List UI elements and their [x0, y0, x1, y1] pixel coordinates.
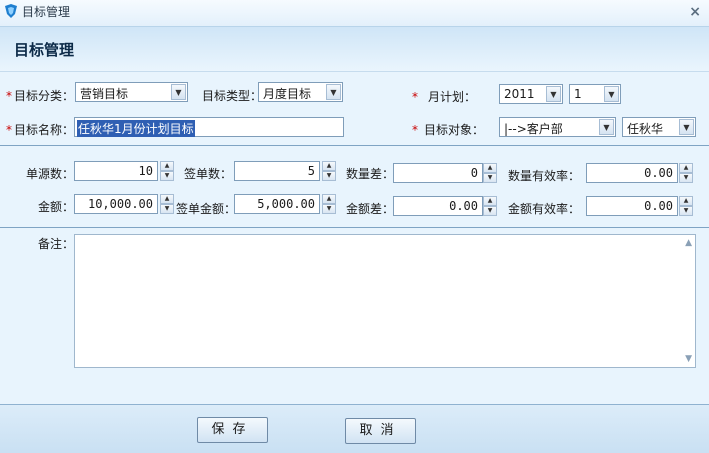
spin-up-icon: ▲ — [322, 161, 336, 171]
deal-count-label: 签单数： — [184, 167, 233, 181]
year-select[interactable]: 2011 ▼ — [499, 84, 563, 104]
spin-down-icon: ▼ — [483, 173, 497, 183]
type-label: 目标类型： — [202, 89, 263, 103]
spin-up-icon: ▲ — [160, 161, 174, 171]
source-count-label: 单源数： — [26, 167, 75, 181]
deal-count-input[interactable]: 5 — [234, 161, 320, 181]
close-icon[interactable]: × — [689, 4, 701, 20]
amount-diff-input[interactable]: 0.00 — [393, 196, 483, 216]
qty-diff-input[interactable]: 0 — [393, 163, 483, 183]
section-divider — [0, 145, 709, 146]
amount-efficiency-stepper[interactable]: ▲ ▼ — [679, 196, 693, 216]
deal-amount-label: 签单金额： — [176, 202, 237, 216]
qty-diff-stepper[interactable]: ▲ ▼ — [483, 163, 497, 183]
chevron-down-icon[interactable]: ▼ — [546, 86, 561, 102]
qty-efficiency-label: 数量有效率： — [508, 169, 581, 183]
deal-count-stepper[interactable]: ▲ ▼ — [322, 161, 336, 181]
qty-diff-label: 数量差： — [346, 167, 395, 181]
name-label: * 目标名称： — [6, 123, 75, 137]
person-select[interactable]: 任秋华 ▼ — [622, 117, 696, 137]
qty-efficiency-stepper[interactable]: ▲ ▼ — [679, 163, 693, 183]
window-titlebar: 目标管理 × — [0, 0, 709, 27]
spin-up-icon: ▲ — [322, 194, 336, 204]
spin-up-icon: ▲ — [483, 163, 497, 173]
amount-diff-stepper[interactable]: ▲ ▼ — [483, 196, 497, 216]
header-band: 目标管理 — [0, 27, 709, 72]
section-divider — [0, 227, 709, 228]
spin-up-icon: ▲ — [679, 196, 693, 206]
spin-up-icon: ▲ — [160, 194, 174, 204]
chevron-down-icon[interactable]: ▼ — [679, 119, 694, 135]
month-select[interactable]: 1 ▼ — [569, 84, 621, 104]
amount-stepper[interactable]: ▲ ▼ — [160, 194, 174, 214]
category-select[interactable]: 营销目标 ▼ — [75, 82, 188, 102]
scroll-down-icon[interactable]: ▼ — [685, 354, 692, 364]
source-count-input[interactable]: 10 — [74, 161, 158, 181]
amount-input[interactable]: 10,000.00 — [74, 194, 158, 214]
spin-up-icon: ▲ — [679, 163, 693, 173]
chevron-down-icon[interactable]: ▼ — [171, 84, 186, 100]
amount-diff-label: 金额差： — [346, 202, 395, 216]
footer-bar: 保存 取消 — [0, 404, 709, 453]
cancel-button[interactable]: 取消 — [345, 418, 416, 444]
deal-amount-input[interactable]: 5,000.00 — [234, 194, 320, 214]
category-label: * 目标分类： — [6, 89, 75, 103]
amount-efficiency-input[interactable]: 0.00 — [586, 196, 678, 216]
remarks-textarea[interactable]: ▲ ▼ — [74, 234, 696, 368]
type-select[interactable]: 月度目标 ▼ — [258, 82, 343, 102]
department-select[interactable]: |-->客户部 ▼ — [499, 117, 616, 137]
spin-up-icon: ▲ — [483, 196, 497, 206]
spin-down-icon: ▼ — [322, 171, 336, 181]
spin-down-icon: ▼ — [483, 206, 497, 216]
deal-amount-stepper[interactable]: ▲ ▼ — [322, 194, 336, 214]
page-title: 目标管理 — [14, 41, 75, 59]
target-object-label: * 目标对象： — [412, 123, 485, 137]
save-button[interactable]: 保存 — [197, 417, 268, 443]
chevron-down-icon[interactable]: ▼ — [599, 119, 614, 135]
chevron-down-icon[interactable]: ▼ — [604, 86, 619, 102]
spin-down-icon: ▼ — [322, 204, 336, 214]
app-logo-icon — [5, 4, 17, 18]
window-title: 目标管理 — [22, 5, 71, 19]
spin-down-icon: ▼ — [160, 171, 174, 181]
source-count-stepper[interactable]: ▲ ▼ — [160, 161, 174, 181]
amount-efficiency-label: 金额有效率： — [508, 202, 581, 216]
spin-down-icon: ▼ — [679, 173, 693, 183]
spin-down-icon: ▼ — [679, 206, 693, 216]
scroll-up-icon[interactable]: ▲ — [685, 238, 692, 248]
remarks-label: 备注： — [38, 237, 75, 251]
chevron-down-icon[interactable]: ▼ — [326, 84, 341, 100]
target-name-input[interactable]: 任秋华1月份计划目标 — [74, 117, 344, 137]
qty-efficiency-input[interactable]: 0.00 — [586, 163, 678, 183]
spin-down-icon: ▼ — [160, 204, 174, 214]
amount-label: 金额： — [38, 200, 75, 214]
month-plan-label: * 月计划： — [412, 90, 477, 104]
